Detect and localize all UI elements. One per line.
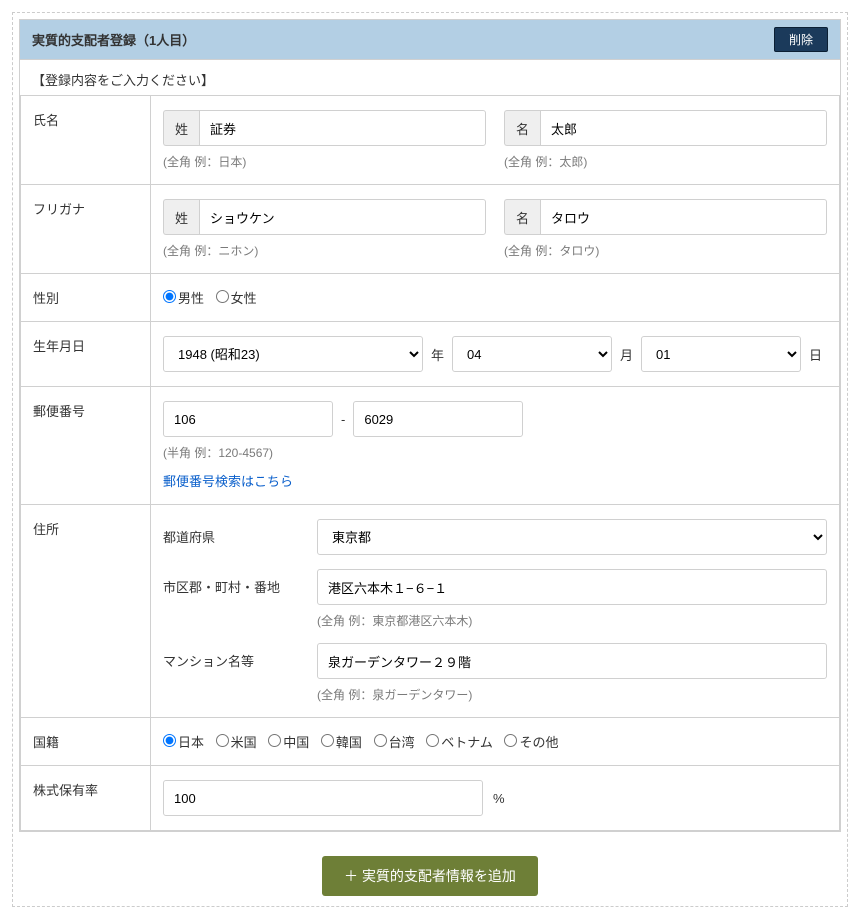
city-input[interactable] (317, 569, 827, 605)
first-name-hint: (全角 例：太郎) (504, 153, 827, 170)
first-name-input[interactable] (540, 110, 827, 146)
pref-select[interactable]: 東京都 (317, 519, 827, 555)
kana-label: フリガナ (21, 185, 151, 274)
ubo-panel: 実質的支配者登録（1人目） 削除 【登録内容をご入力ください】 氏名 姓 (全角… (19, 19, 841, 832)
name-label: 氏名 (21, 96, 151, 185)
kana-last-input[interactable] (199, 199, 486, 235)
last-name-prefix: 姓 (163, 110, 199, 146)
nat-cn-radio[interactable] (268, 734, 281, 747)
city-label: 市区郡・町村・番地 (163, 569, 303, 596)
nat-jp-label: 日本 (178, 735, 204, 750)
nat-us-radio[interactable] (216, 734, 229, 747)
gender-female-radio[interactable] (216, 290, 229, 303)
nat-other-radio[interactable] (504, 734, 517, 747)
share-unit: % (493, 791, 505, 806)
share-input[interactable] (163, 780, 483, 816)
nat-vn-label: ベトナム (441, 735, 493, 750)
nat-us-label: 米国 (231, 735, 257, 750)
gender-male-radio[interactable] (163, 290, 176, 303)
postal-search-link[interactable]: 郵便番号検索はこちら (163, 471, 827, 490)
nat-vn-radio[interactable] (426, 734, 439, 747)
kana-first-hint: (全角 例：タロウ) (504, 242, 827, 259)
instruction-text: 【登録内容をご入力ください】 (20, 60, 840, 95)
dob-year-unit: 年 (431, 345, 444, 364)
postal-second-input[interactable] (353, 401, 523, 437)
nat-kr-radio[interactable] (321, 734, 334, 747)
kana-first-prefix: 名 (504, 199, 540, 235)
dob-year-select[interactable]: 1948 (昭和23) (163, 336, 423, 372)
dob-label: 生年月日 (21, 322, 151, 387)
kana-last-prefix: 姓 (163, 199, 199, 235)
postal-hint: (半角 例：120-4567) (163, 444, 827, 461)
postal-first-input[interactable] (163, 401, 333, 437)
delete-button[interactable]: 削除 (774, 27, 828, 52)
city-hint: (全角 例：東京都港区六本木) (317, 612, 827, 629)
last-name-input[interactable] (199, 110, 486, 146)
bldg-input[interactable] (317, 643, 827, 679)
last-name-hint: (全角 例：日本) (163, 153, 486, 170)
first-name-prefix: 名 (504, 110, 540, 146)
dob-month-unit: 月 (620, 345, 633, 364)
share-label: 株式保有率 (21, 766, 151, 831)
add-btn-label: 実質的支配者情報を追加 (362, 868, 516, 884)
gender-female-label: 女性 (231, 291, 257, 306)
nat-tw-label: 台湾 (389, 735, 415, 750)
gender-label: 性別 (21, 274, 151, 322)
nat-other-label: その他 (519, 735, 558, 750)
gender-male-label: 男性 (178, 291, 204, 306)
plus-icon: ＋ (344, 868, 358, 884)
dob-day-select[interactable]: 01 (641, 336, 801, 372)
panel-title: 実質的支配者登録（1人目） (32, 30, 195, 49)
pref-label: 都道府県 (163, 519, 303, 546)
nat-kr-label: 韓国 (336, 735, 362, 750)
postal-label: 郵便番号 (21, 387, 151, 505)
bldg-label: マンション名等 (163, 643, 303, 670)
nat-tw-radio[interactable] (374, 734, 387, 747)
dob-month-select[interactable]: 04 (452, 336, 612, 372)
nat-jp-radio[interactable] (163, 734, 176, 747)
kana-last-hint: (全角 例：ニホン) (163, 242, 486, 259)
bldg-hint: (全角 例：泉ガーデンタワー) (317, 686, 827, 703)
nat-cn-label: 中国 (283, 735, 309, 750)
nation-label: 国籍 (21, 718, 151, 766)
postal-sep: - (341, 412, 345, 427)
dob-day-unit: 日 (809, 345, 822, 364)
address-label: 住所 (21, 505, 151, 718)
kana-first-input[interactable] (540, 199, 827, 235)
add-ubo-button[interactable]: ＋ 実質的支配者情報を追加 (322, 856, 538, 896)
